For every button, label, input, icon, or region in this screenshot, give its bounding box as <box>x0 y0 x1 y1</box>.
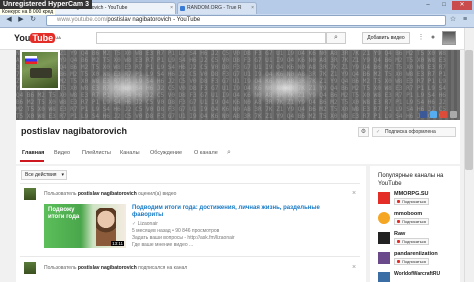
banner-pattern: N0 A8 3R 7K Z1 Y9 Q4 B6 M2 T5 X0 W8 E3 R… <box>16 50 446 120</box>
feed-prefix: Пользователь <box>44 191 77 197</box>
channel-search-icon[interactable]: ⌕ <box>227 149 231 157</box>
notifications-icon[interactable]: ● <box>428 33 438 43</box>
close-icon[interactable]: × <box>352 190 356 197</box>
random-org-favicon-icon <box>180 6 185 11</box>
avatar[interactable] <box>378 192 390 204</box>
feed-user-link[interactable]: postislav nagibatorovich <box>78 191 137 197</box>
forward-button[interactable]: ▶ <box>16 15 26 26</box>
sidebar-channel-name[interactable]: MMORPG.SU <box>394 191 429 197</box>
close-window-button[interactable]: ✕ <box>452 1 472 10</box>
subscribed-label: Подписка оформлена <box>385 129 436 135</box>
tank-icon <box>30 68 52 78</box>
video-author[interactable]: ✓ Lizaonair <box>132 221 158 227</box>
flag-icon <box>25 56 37 64</box>
logo-tube: Tube <box>30 33 56 43</box>
tab-discussion[interactable]: Обсуждение <box>150 150 182 156</box>
google-plus-icon[interactable] <box>440 111 447 118</box>
chevron-down-icon: ▾ <box>61 172 64 178</box>
back-button[interactable]: ◀ <box>4 15 14 26</box>
checkmark-icon: ✓ <box>376 129 381 135</box>
feed-item-header: Пользователь postislav nagibatorovich по… <box>44 265 187 271</box>
logo-region: UA <box>55 35 61 40</box>
author-prefix-icon: ✓ <box>132 221 137 227</box>
video-thumbnail[interactable]: Подвожу итоги года 13:11 <box>44 204 126 248</box>
tab-label: RANDOM.ORG - True R <box>187 5 242 11</box>
tab-videos[interactable]: Видео <box>54 150 70 156</box>
subscribe-button[interactable]: Подписаться <box>394 218 429 225</box>
feed-user-link[interactable]: postislav nagibatorovich <box>78 265 137 271</box>
channel-avatar[interactable] <box>20 50 60 90</box>
feed-action: оценил(а) видео <box>138 191 177 197</box>
avatar[interactable] <box>378 212 390 224</box>
tab-playlists[interactable]: Плейлисты <box>82 150 111 156</box>
gear-icon[interactable]: ⚙ <box>358 127 369 137</box>
divider <box>20 256 360 257</box>
twitter-icon[interactable] <box>430 111 437 118</box>
active-tab-indicator <box>20 160 44 162</box>
tab-random-org[interactable]: RANDOM.ORG - True R × <box>177 2 257 14</box>
tab-channels[interactable]: Каналы <box>120 150 140 156</box>
video-description-line: Где ваше мнение видео ... <box>132 242 194 248</box>
address-bar[interactable]: www.youtube.com/postislav nagibatorovich… <box>46 15 446 26</box>
subscribe-button[interactable]: Подписаться <box>394 198 429 205</box>
search-icon[interactable]: ⌕ <box>326 32 346 44</box>
subscribe-button[interactable]: Подписаться <box>394 258 429 265</box>
apps-icon[interactable]: ⋮ <box>416 33 426 43</box>
video-stats: 5 месяцев назад • 90 846 просмотров <box>132 228 220 234</box>
hypercam-watermark: Unregistered HyperCam 3 <box>0 0 92 9</box>
video-duration: 13:11 <box>111 241 124 246</box>
avatar[interactable] <box>24 188 36 200</box>
video-title-link[interactable]: Подводим итоги года: достижения, личная … <box>132 205 332 219</box>
author-name: Lizaonair <box>137 221 158 227</box>
scrollbar-thumb[interactable] <box>465 50 473 170</box>
address-host: www.youtube.com/ <box>57 17 108 23</box>
account-avatar[interactable] <box>442 31 456 45</box>
close-icon[interactable]: × <box>352 264 356 271</box>
channel-name: postislav nagibatorovich <box>21 126 128 136</box>
popular-channels-title: Популярные каналы на YouTube <box>378 173 444 187</box>
star-icon[interactable]: ☆ <box>448 15 458 26</box>
reload-button[interactable]: ↻ <box>28 15 38 26</box>
feed-item-header: Пользователь postislav nagibatorovich оц… <box>44 191 176 197</box>
thumbnail-text: Подвожу итоги года <box>48 207 80 220</box>
address-path: postislav nagibatorovich - YouTube <box>107 17 201 23</box>
youtube-logo[interactable]: You Tube UA <box>14 32 61 44</box>
logo-you: You <box>14 33 31 43</box>
upload-button[interactable]: Добавить видео <box>362 32 410 44</box>
activity-filter-label: Все действия <box>25 172 57 178</box>
divider <box>20 183 360 184</box>
edit-banner-icon[interactable] <box>450 111 457 118</box>
close-tab-icon[interactable]: × <box>251 3 254 14</box>
minimize-button[interactable]: – <box>420 1 436 10</box>
maximize-button[interactable]: □ <box>436 1 452 10</box>
activity-filter-dropdown[interactable]: Все действия ▾ <box>21 170 67 180</box>
avatar[interactable] <box>378 272 390 282</box>
avatar[interactable] <box>378 232 390 244</box>
channel-banner: N0 A8 3R 7K Z1 Y9 Q4 B6 M2 T5 X0 W8 E3 R… <box>16 50 460 120</box>
feed-action: подписался на канал <box>138 265 188 271</box>
subscribe-button[interactable]: Подписаться <box>394 238 429 245</box>
tab-about[interactable]: О канале <box>194 150 218 156</box>
sidebar-channel-name[interactable]: mmoboom <box>394 211 422 217</box>
tab-home[interactable]: Главная <box>22 150 44 156</box>
subscribed-button[interactable]: ✓ Подписка оформлена <box>372 127 456 137</box>
sidebar-channel-name[interactable]: WorldofWarcraftRU <box>394 271 440 277</box>
menu-icon[interactable]: ≡ <box>460 15 470 26</box>
avatar[interactable] <box>378 252 390 264</box>
close-tab-icon[interactable]: × <box>170 3 173 14</box>
search-input[interactable] <box>96 32 326 44</box>
sidebar-channel-name[interactable]: pandareniization <box>394 251 438 257</box>
sidebar-channel-name[interactable]: Raw <box>394 231 405 237</box>
feed-prefix: Пользователь <box>44 265 77 271</box>
video-description-line: Задать ваши вопросы - http://ask.fm/liza… <box>132 235 235 241</box>
avatar[interactable] <box>24 262 36 274</box>
facebook-icon[interactable] <box>420 111 427 118</box>
